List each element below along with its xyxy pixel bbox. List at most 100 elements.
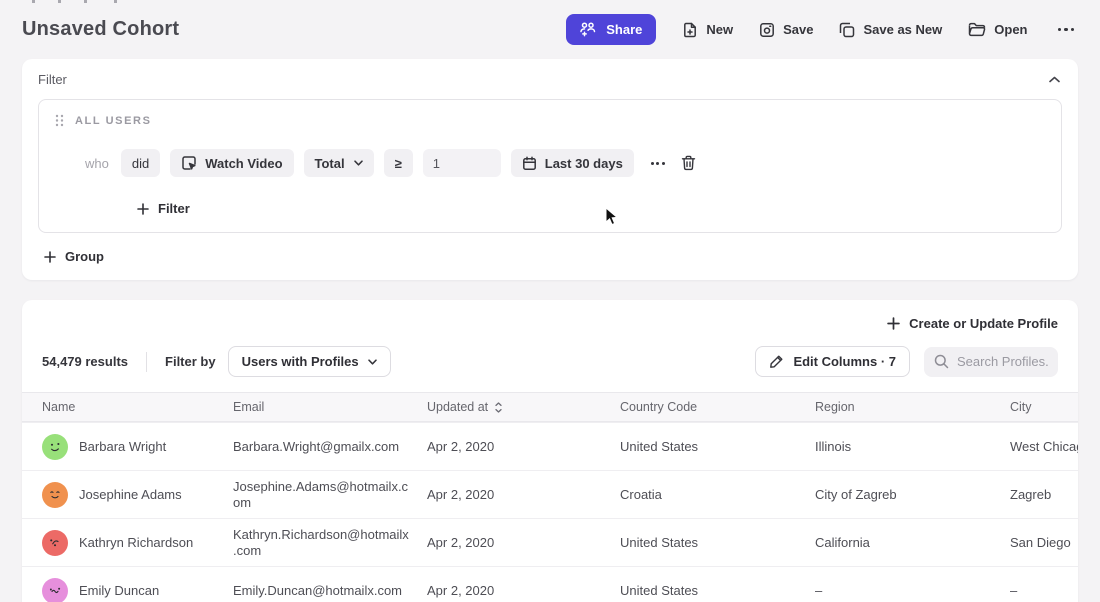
open-button[interactable]: Open [968, 22, 1027, 37]
new-label: New [706, 22, 733, 37]
share-users-icon [580, 22, 597, 37]
trash-icon [681, 155, 696, 171]
group-label: ALL USERS [75, 115, 152, 127]
updated-at-label: Updated at [427, 400, 488, 414]
share-label: Share [606, 22, 642, 37]
profile-country: Croatia [620, 487, 815, 502]
create-or-update-profile-button[interactable]: Create or Update Profile [887, 316, 1058, 331]
profile-updated-at: Apr 2, 2020 [427, 487, 620, 502]
folder-icon [968, 22, 986, 37]
aggregation-label: Total [315, 156, 345, 171]
column-header-updated-at[interactable]: Updated at [427, 400, 620, 414]
avatar [42, 530, 68, 556]
calendar-icon [522, 156, 537, 171]
column-header-name[interactable]: Name [42, 400, 233, 414]
save-button[interactable]: Save [759, 22, 813, 38]
edit-columns-label: Edit Columns · 7 [793, 354, 896, 369]
copy-icon [839, 22, 855, 38]
delete-condition-button[interactable] [678, 152, 699, 174]
pencil-icon [769, 354, 784, 369]
profile-country: United States [620, 439, 815, 454]
event-click-icon [181, 155, 197, 171]
chevron-up-icon [1049, 76, 1060, 83]
more-options-button[interactable] [1054, 24, 1079, 36]
threshold-input[interactable] [423, 149, 501, 177]
file-plus-icon [682, 22, 698, 38]
table-row[interactable]: Josephine Adams Josephine.Adams@hotmailx… [22, 470, 1078, 518]
table-header: Name Email Updated at Country Code Regio… [22, 392, 1078, 422]
chevron-down-icon [354, 160, 363, 166]
profile-email: Kathryn.Richardson@hotmailx.com [233, 527, 427, 559]
search-profiles-box[interactable] [924, 347, 1058, 377]
profile-city: – [1010, 583, 1078, 598]
table-row[interactable]: Kathryn Richardson Kathryn.Richardson@ho… [22, 518, 1078, 566]
aggregation-selector[interactable]: Total [304, 149, 374, 177]
results-panel: Create or Update Profile 54,479 results … [22, 300, 1078, 602]
save-icon [759, 22, 775, 38]
new-button[interactable]: New [682, 22, 733, 38]
profile-region: – [815, 583, 1010, 598]
save-label: Save [783, 22, 813, 37]
avatar [42, 482, 68, 508]
divider [146, 352, 147, 372]
add-filter-label: Filter [158, 201, 190, 216]
collapse-filter-button[interactable] [1047, 74, 1062, 85]
filter-by-label: Filter by [165, 354, 216, 369]
plus-icon [887, 317, 900, 330]
chevron-down-icon [368, 359, 377, 365]
plus-icon [44, 251, 56, 263]
clipped-content-tick [32, 0, 35, 3]
open-label: Open [994, 22, 1027, 37]
event-selector[interactable]: Watch Video [170, 149, 293, 177]
profile-updated-at: Apr 2, 2020 [427, 583, 620, 598]
condition-more-button[interactable] [648, 159, 668, 168]
add-filter-button[interactable]: Filter [137, 201, 190, 216]
plus-icon [137, 203, 149, 215]
profile-city: West Chicago [1010, 439, 1078, 454]
profile-name: Emily Duncan [79, 583, 159, 598]
results-count: 54,479 results [42, 354, 128, 369]
column-header-country-code[interactable]: Country Code [620, 400, 815, 414]
create-profile-label: Create or Update Profile [909, 316, 1058, 331]
operator-selector[interactable]: ≥ [384, 149, 413, 177]
page-title: Unsaved Cohort [22, 18, 179, 41]
profile-country: United States [620, 583, 815, 598]
sort-icon[interactable] [495, 402, 502, 413]
column-header-city[interactable]: City [1010, 400, 1078, 414]
profile-country: United States [620, 535, 815, 550]
table-row[interactable]: Barbara Wright Barbara.Wright@gmailx.com… [22, 422, 1078, 470]
save-as-new-button[interactable]: Save as New [839, 22, 942, 38]
avatar [42, 578, 68, 602]
profile-region: City of Zagreb [815, 487, 1010, 502]
header-actions: Share New Save [566, 14, 1078, 45]
add-group-button[interactable]: Group [44, 249, 104, 264]
search-profiles-input[interactable] [957, 354, 1048, 369]
column-header-region[interactable]: Region [815, 400, 1010, 414]
table-row[interactable]: Emily Duncan Emily.Duncan@hotmailx.com A… [22, 566, 1078, 602]
filter-panel: Filter ALL USERS who did [22, 59, 1078, 280]
share-button[interactable]: Share [566, 14, 656, 45]
profile-filter-dropdown[interactable]: Users with Profiles [228, 346, 391, 377]
save-as-new-label: Save as New [863, 22, 942, 37]
did-selector[interactable]: did [121, 149, 160, 177]
profile-filter-label: Users with Profiles [242, 354, 359, 369]
profile-updated-at: Apr 2, 2020 [427, 439, 620, 454]
column-header-email[interactable]: Email [233, 399, 427, 415]
date-range-label: Last 30 days [545, 156, 623, 171]
filter-panel-title: Filter [38, 72, 67, 87]
edit-columns-button[interactable]: Edit Columns · 7 [755, 346, 910, 377]
more-horizontal-icon [651, 162, 665, 165]
header: Unsaved Cohort Share New [0, 0, 1100, 51]
profile-email: Josephine.Adams@hotmailx.com [233, 479, 427, 511]
profile-city: San Diego [1010, 535, 1078, 550]
profile-email: Barbara.Wright@gmailx.com [233, 439, 427, 455]
profile-name: Barbara Wright [79, 439, 166, 454]
profile-region: Illinois [815, 439, 1010, 454]
profile-name: Josephine Adams [79, 487, 182, 502]
drag-handle-icon[interactable] [55, 114, 64, 127]
profile-email: Emily.Duncan@hotmailx.com [233, 583, 427, 599]
filter-group: ALL USERS who did Watch Video Total [38, 99, 1062, 233]
date-range-selector[interactable]: Last 30 days [511, 149, 634, 177]
search-icon [934, 354, 949, 369]
avatar [42, 434, 68, 460]
